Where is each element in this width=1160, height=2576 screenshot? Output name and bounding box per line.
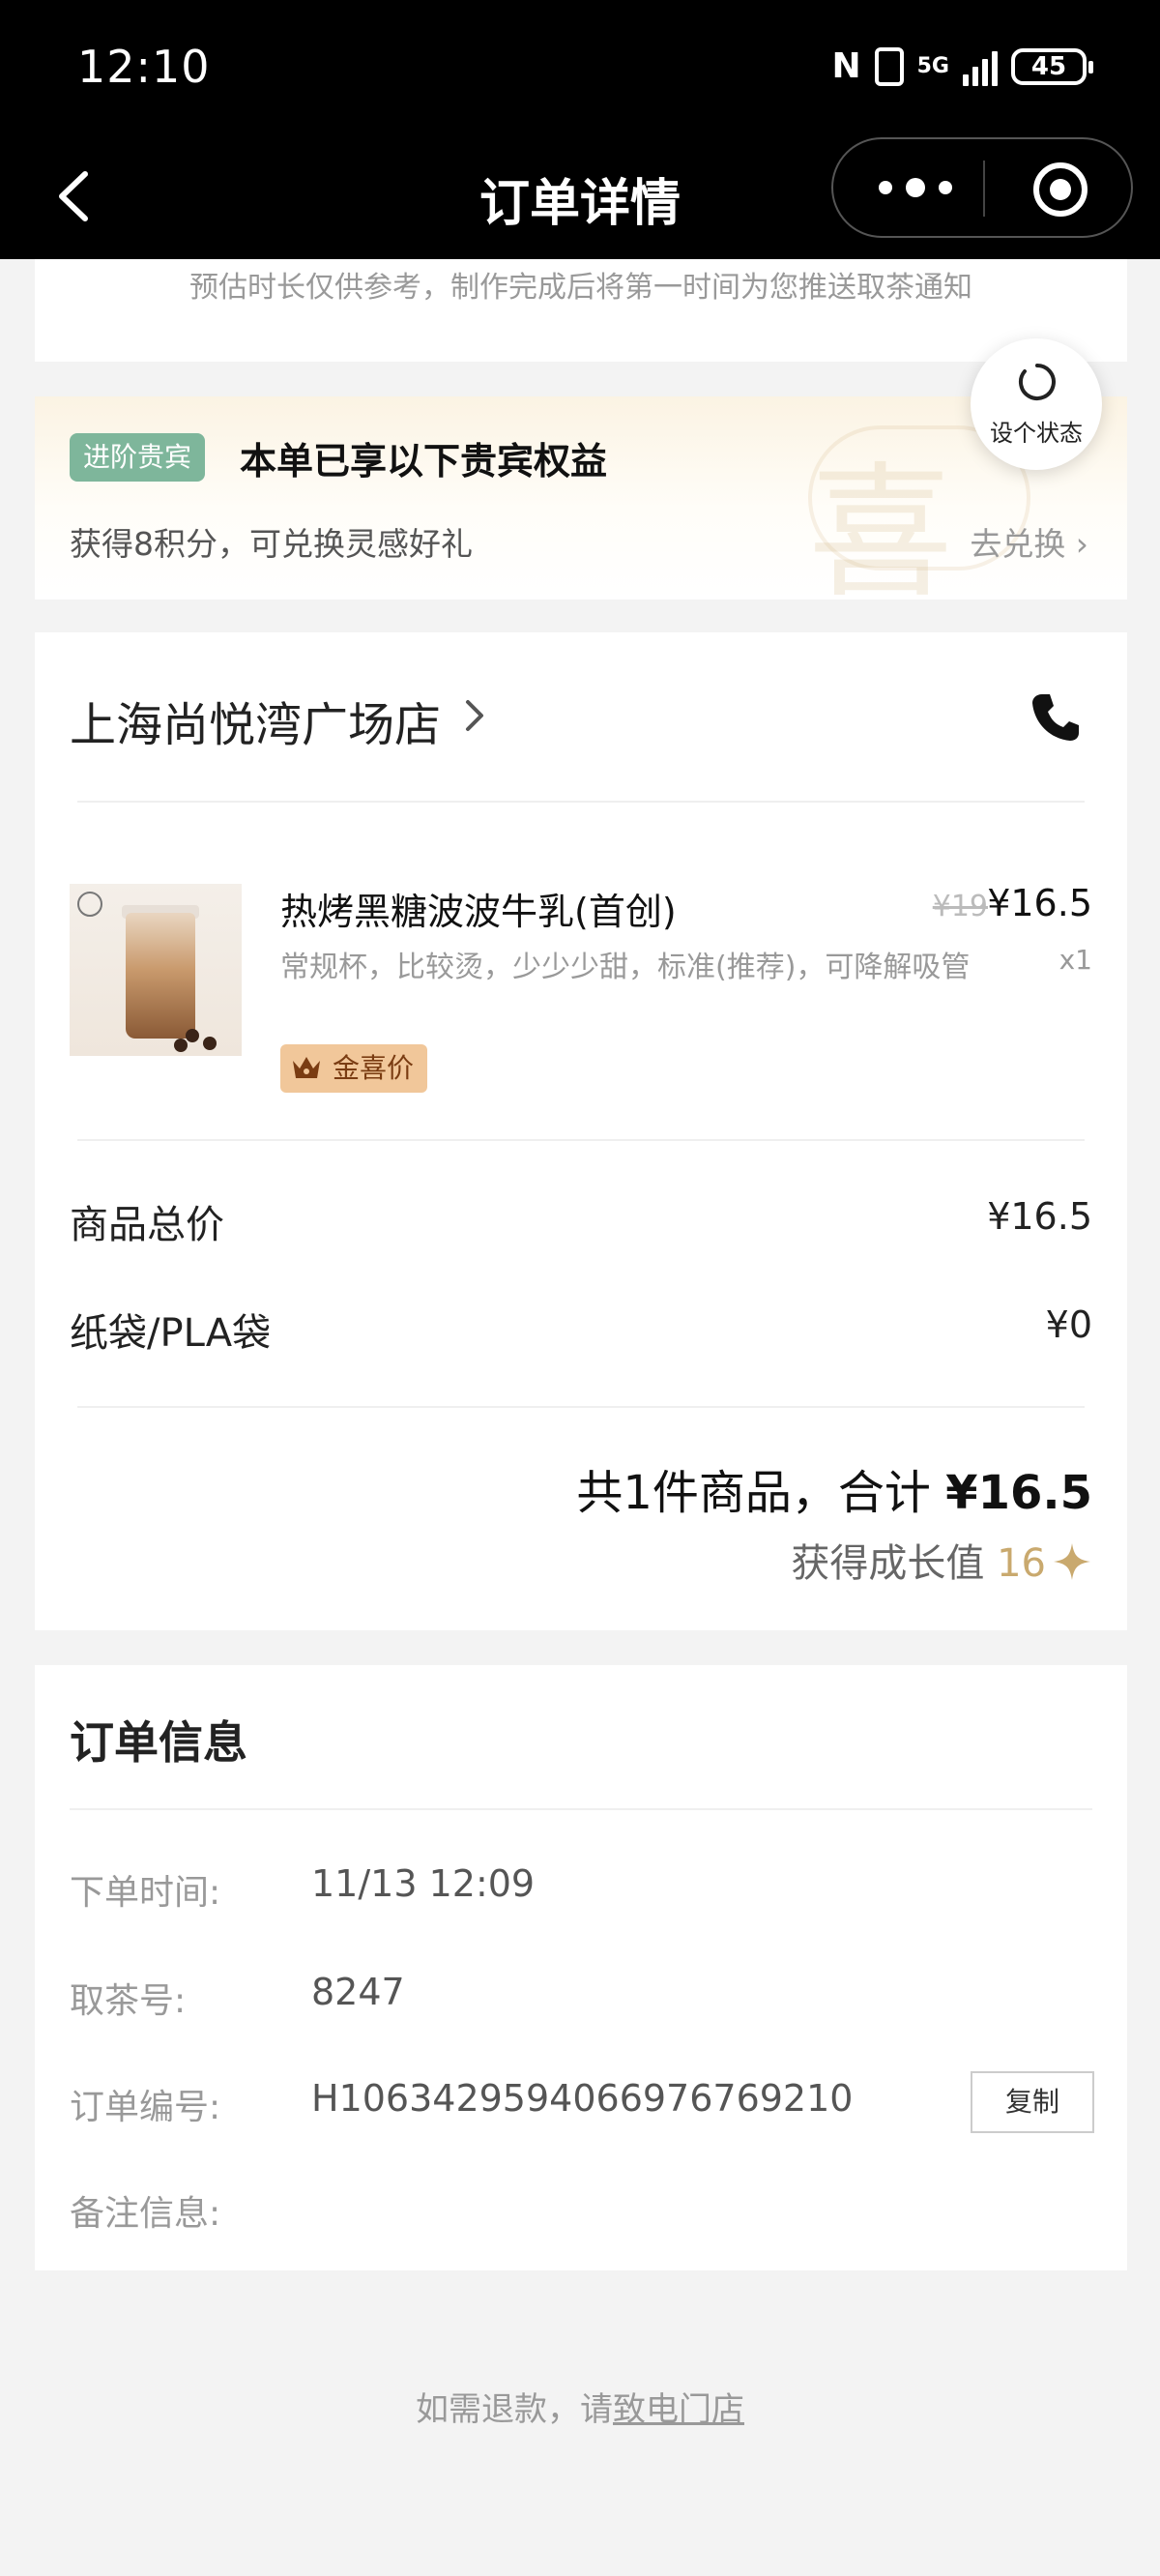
pickup-number-value: 8247 [311, 1971, 405, 2013]
product-price: ¥16.5 [987, 882, 1092, 924]
goods-total-value: ¥16.5 [987, 1195, 1092, 1238]
network-type: 5G [916, 53, 949, 78]
vip-level-badge: 进阶贵宾 [70, 433, 206, 482]
total-text: 共1件商品，合计 [576, 1466, 946, 1520]
order-total: 共1件商品，合计 ¥16.5 [576, 1454, 1092, 1522]
divider [70, 1808, 1092, 1810]
pickup-number-label: 取茶号: [70, 1981, 187, 2021]
call-store-link[interactable]: 致电门店 [613, 2390, 744, 2429]
original-price: ¥19 [932, 890, 988, 923]
pearl [203, 1037, 217, 1050]
more-dots-icon[interactable] [872, 166, 959, 209]
store-name[interactable]: 上海尚悦湾广场店 [70, 687, 441, 754]
nfc-icon: N [831, 46, 861, 86]
status-bar: 12:10 N 5G 45 [0, 0, 1160, 135]
chevron-right-icon[interactable] [460, 694, 489, 737]
cup-body [126, 913, 195, 1039]
growth-value: 16 [997, 1541, 1046, 1586]
set-status-button[interactable]: 设个状态 [971, 338, 1102, 470]
order-number-value: H1063429594066976769210 [311, 2077, 854, 2120]
vibrate-icon [874, 46, 904, 86]
estimate-note: 预估时长仅供参考，制作完成后将第一时间为您推送取茶通知 [189, 271, 972, 305]
order-items-card: 上海尚悦湾广场店 热烤黑糖波波牛乳(首创) ¥19 ¥16.5 常规杯，比较烫，… [35, 632, 1127, 1630]
crown-icon [293, 1057, 320, 1078]
refund-text: 如需退款，请 [416, 2390, 613, 2429]
product-quantity: x1 [1058, 944, 1092, 976]
set-status-label: 设个状态 [990, 420, 1083, 447]
divider [77, 801, 1085, 803]
estimate-card: 预估时长仅供参考，制作完成后将第一时间为您推送取茶通知 [35, 259, 1127, 362]
target-icon[interactable] [1031, 161, 1089, 219]
product-image [70, 884, 242, 1056]
product-options: 常规杯，比较烫，少少少甜，标准(推荐)，可降解吸管 [280, 951, 971, 984]
status-icons: N 5G 45 [831, 46, 1093, 86]
brand-logo [77, 892, 102, 917]
refresh-ring-icon [1019, 364, 1056, 400]
pearl [174, 1039, 188, 1052]
signal-icon [963, 47, 998, 86]
capsule-divider [983, 161, 985, 217]
mini-program-capsule [831, 137, 1133, 238]
pearl [186, 1029, 199, 1042]
product-name: 热烤黑糖波波牛乳(首创) [280, 891, 677, 933]
vip-benefits-card: 喜 进阶贵宾 本单已享以下贵宾权益 获得8积分，可兑换灵感好礼 去兑换 › [35, 396, 1127, 600]
order-info-title: 订单信息 [70, 1716, 247, 1769]
status-time: 12:10 [77, 41, 211, 93]
gold-price-badge: 金喜价 [280, 1044, 428, 1093]
order-info-card: 订单信息 下单时间: 11/13 12:09 取茶号: 8247 订单编号: H… [35, 1665, 1127, 2270]
bag-fee-value: ¥0 [1045, 1303, 1092, 1346]
copy-button[interactable]: 复制 [971, 2071, 1094, 2133]
vip-benefits-title: 本单已享以下贵宾权益 [240, 440, 608, 483]
divider [77, 1139, 1085, 1141]
redeem-link[interactable]: 去兑换 › [970, 518, 1088, 565]
order-time-value: 11/13 12:09 [311, 1862, 536, 1905]
total-value: ¥16.5 [945, 1466, 1092, 1520]
nav-bar: 订单详情 [0, 135, 1160, 259]
remark-label: 备注信息: [70, 2194, 221, 2234]
refund-note: 如需退款，请致电门店 [0, 2383, 1160, 2430]
points-earned-text: 获得8积分，可兑换灵感好礼 [70, 525, 473, 563]
watermark-logo: 喜 [808, 450, 954, 600]
order-number-label: 订单编号: [70, 2088, 221, 2127]
sparkle-icon [1054, 1543, 1090, 1580]
growth-points: 获得成长值 16 [791, 1532, 1092, 1588]
goods-total-label: 商品总价 [70, 1203, 224, 1247]
battery-icon: 45 [1011, 47, 1093, 85]
divider [77, 1406, 1085, 1408]
phone-icon[interactable] [1029, 690, 1083, 745]
growth-label: 获得成长值 [791, 1541, 998, 1586]
bag-fee-label: 纸袋/PLA袋 [70, 1311, 272, 1356]
order-time-label: 下单时间: [70, 1873, 221, 1913]
gold-price-label: 金喜价 [333, 1052, 415, 1084]
